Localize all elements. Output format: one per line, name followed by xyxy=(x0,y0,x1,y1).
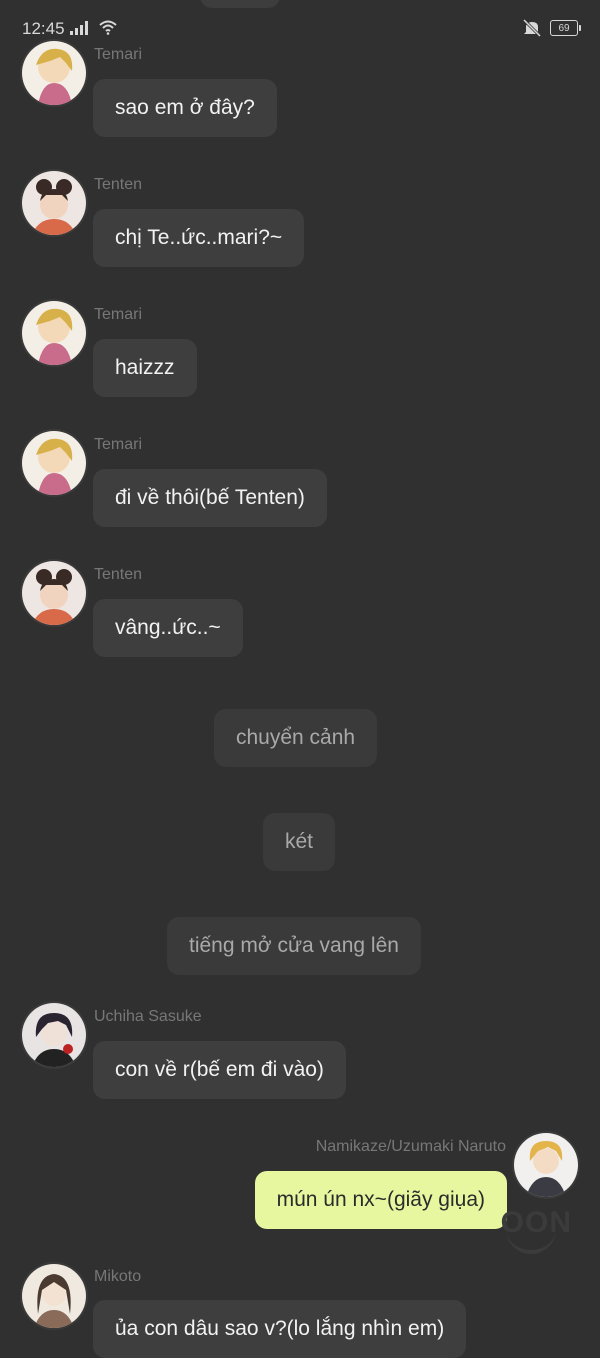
temari-avatar[interactable] xyxy=(22,41,86,105)
status-right-icons: 69 xyxy=(522,19,581,37)
mute-icon xyxy=(522,19,542,37)
narration-bubble: két xyxy=(263,813,336,871)
mikoto-avatar[interactable] xyxy=(22,1264,86,1328)
tenten-avatar[interactable] xyxy=(22,561,86,625)
temari-avatar[interactable] xyxy=(22,301,86,365)
tenten-avatar[interactable] xyxy=(22,171,86,235)
signal-icon xyxy=(70,21,88,35)
message-bubble[interactable]: đi về thôi(bế Tenten) xyxy=(93,469,327,527)
message-bubble[interactable]: haizzz xyxy=(93,339,197,397)
message-bubble[interactable]: chị Te..ức..mari?~ xyxy=(93,209,305,267)
temari-avatar[interactable] xyxy=(22,431,86,495)
status-left-icons xyxy=(70,19,118,40)
sender-name: Temari xyxy=(94,46,143,63)
sender-name: Uchiha Sasuke xyxy=(94,1008,202,1025)
sender-name: Namikaze/Uzumaki Naruto xyxy=(315,1138,506,1155)
sender-name: Tenten xyxy=(94,566,143,583)
message-bubble[interactable]: sao em ở đây? xyxy=(93,79,277,137)
naruto-avatar[interactable] xyxy=(514,1133,578,1197)
own-message-bubble[interactable]: mún ún nx~(giãy giụa) xyxy=(254,1171,507,1229)
sender-name: Temari xyxy=(94,436,143,453)
sender-name: Tenten xyxy=(94,176,143,193)
status-time: 12:45 xyxy=(22,19,65,38)
message-bubble[interactable]: con về r(bế em đi vào) xyxy=(93,1041,346,1099)
watermark-logo-arc xyxy=(506,1228,556,1254)
battery-level: 69 xyxy=(558,22,570,34)
sender-name: Mikoto xyxy=(94,1268,142,1285)
previous-bubble-fragment xyxy=(200,0,280,8)
status-bar: 12:45 69 xyxy=(0,0,600,56)
message-bubble[interactable]: vâng..ức..~ xyxy=(93,599,243,657)
message-bubble[interactable]: ủa con dâu sao v?(lo lắng nhìn em) xyxy=(93,1300,467,1358)
narration-bubble: tiếng mở cửa vang lên xyxy=(167,917,421,975)
sasuke-avatar[interactable] xyxy=(22,1003,86,1067)
wifi-icon xyxy=(99,20,118,35)
battery-icon: 69 xyxy=(550,20,581,36)
sender-name: Temari xyxy=(94,306,143,323)
narration-bubble: chuyển cảnh xyxy=(214,709,378,767)
